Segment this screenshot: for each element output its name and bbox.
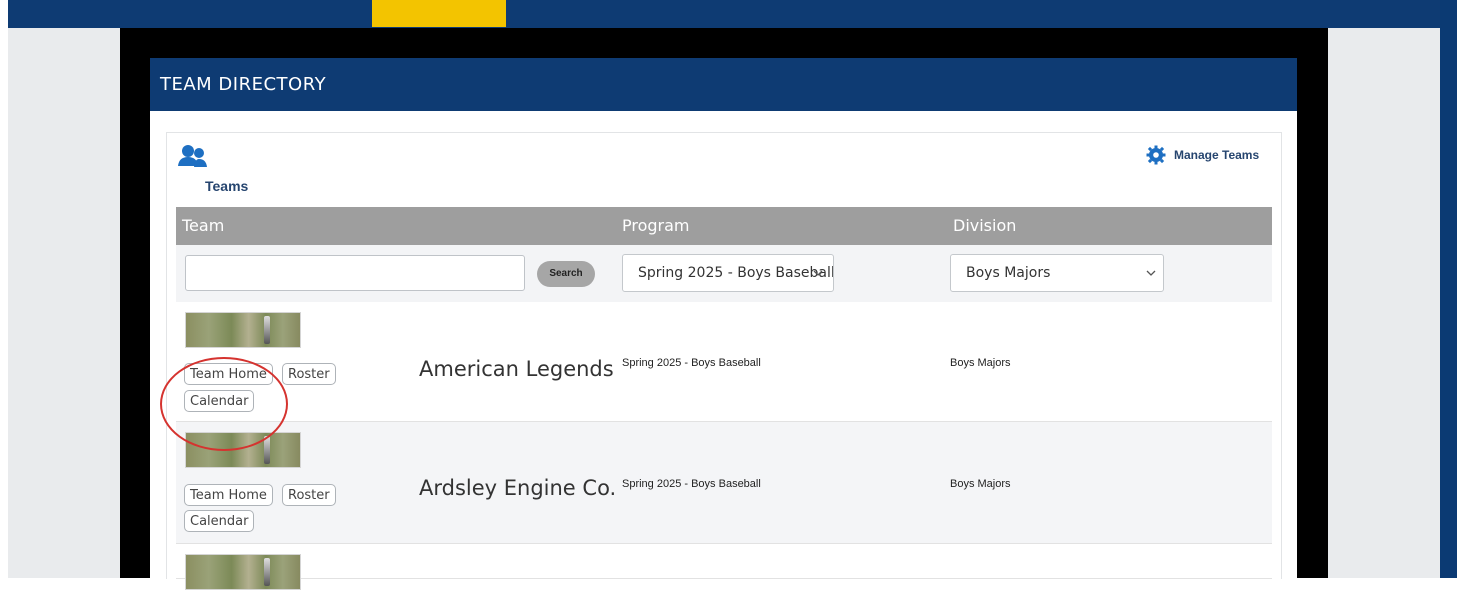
manage-teams-link[interactable]: Manage Teams — [1174, 148, 1259, 162]
column-header-division[interactable]: Division — [953, 207, 1016, 245]
team-division: Boys Majors — [950, 478, 1011, 490]
team-name[interactable]: Ardsley Engine Co. — [419, 476, 616, 500]
roster-button[interactable]: Roster — [282, 363, 336, 385]
highlight-annotation — [160, 357, 288, 451]
team-photo[interactable] — [185, 554, 301, 590]
table-header: Team Program Division — [176, 207, 1272, 245]
gear-icon[interactable] — [1146, 145, 1166, 165]
chevron-down-icon — [1146, 270, 1156, 276]
active-nav-indicator[interactable] — [372, 0, 506, 27]
program-select[interactable]: Spring 2025 - Boys Baseball — [622, 254, 834, 292]
team-search-input[interactable] — [185, 255, 525, 291]
division-select-value: Boys Majors — [966, 265, 1051, 281]
page-edge — [1440, 0, 1457, 578]
team-home-button[interactable]: Team Home — [184, 484, 273, 506]
top-navigation-bar — [8, 0, 1440, 28]
team-program: Spring 2025 - Boys Baseball — [622, 357, 761, 369]
page-title: TEAM DIRECTORY — [150, 58, 1297, 111]
roster-button[interactable]: Roster — [282, 484, 336, 506]
division-select[interactable]: Boys Majors — [950, 254, 1164, 292]
calendar-button[interactable]: Calendar — [184, 510, 255, 532]
search-button[interactable]: Search — [537, 261, 595, 287]
users-icon — [178, 145, 207, 167]
team-program: Spring 2025 - Boys Baseball — [622, 478, 761, 490]
column-header-team[interactable]: Team — [182, 207, 224, 245]
chevron-down-icon — [813, 270, 823, 276]
team-division: Boys Majors — [950, 357, 1011, 369]
team-photo[interactable] — [185, 312, 301, 348]
table-row — [176, 544, 1272, 579]
teams-section-label: Teams — [205, 178, 249, 194]
program-select-value: Spring 2025 - Boys Baseball — [638, 265, 834, 281]
column-header-program[interactable]: Program — [622, 207, 690, 245]
team-name[interactable]: American Legends — [419, 357, 614, 381]
